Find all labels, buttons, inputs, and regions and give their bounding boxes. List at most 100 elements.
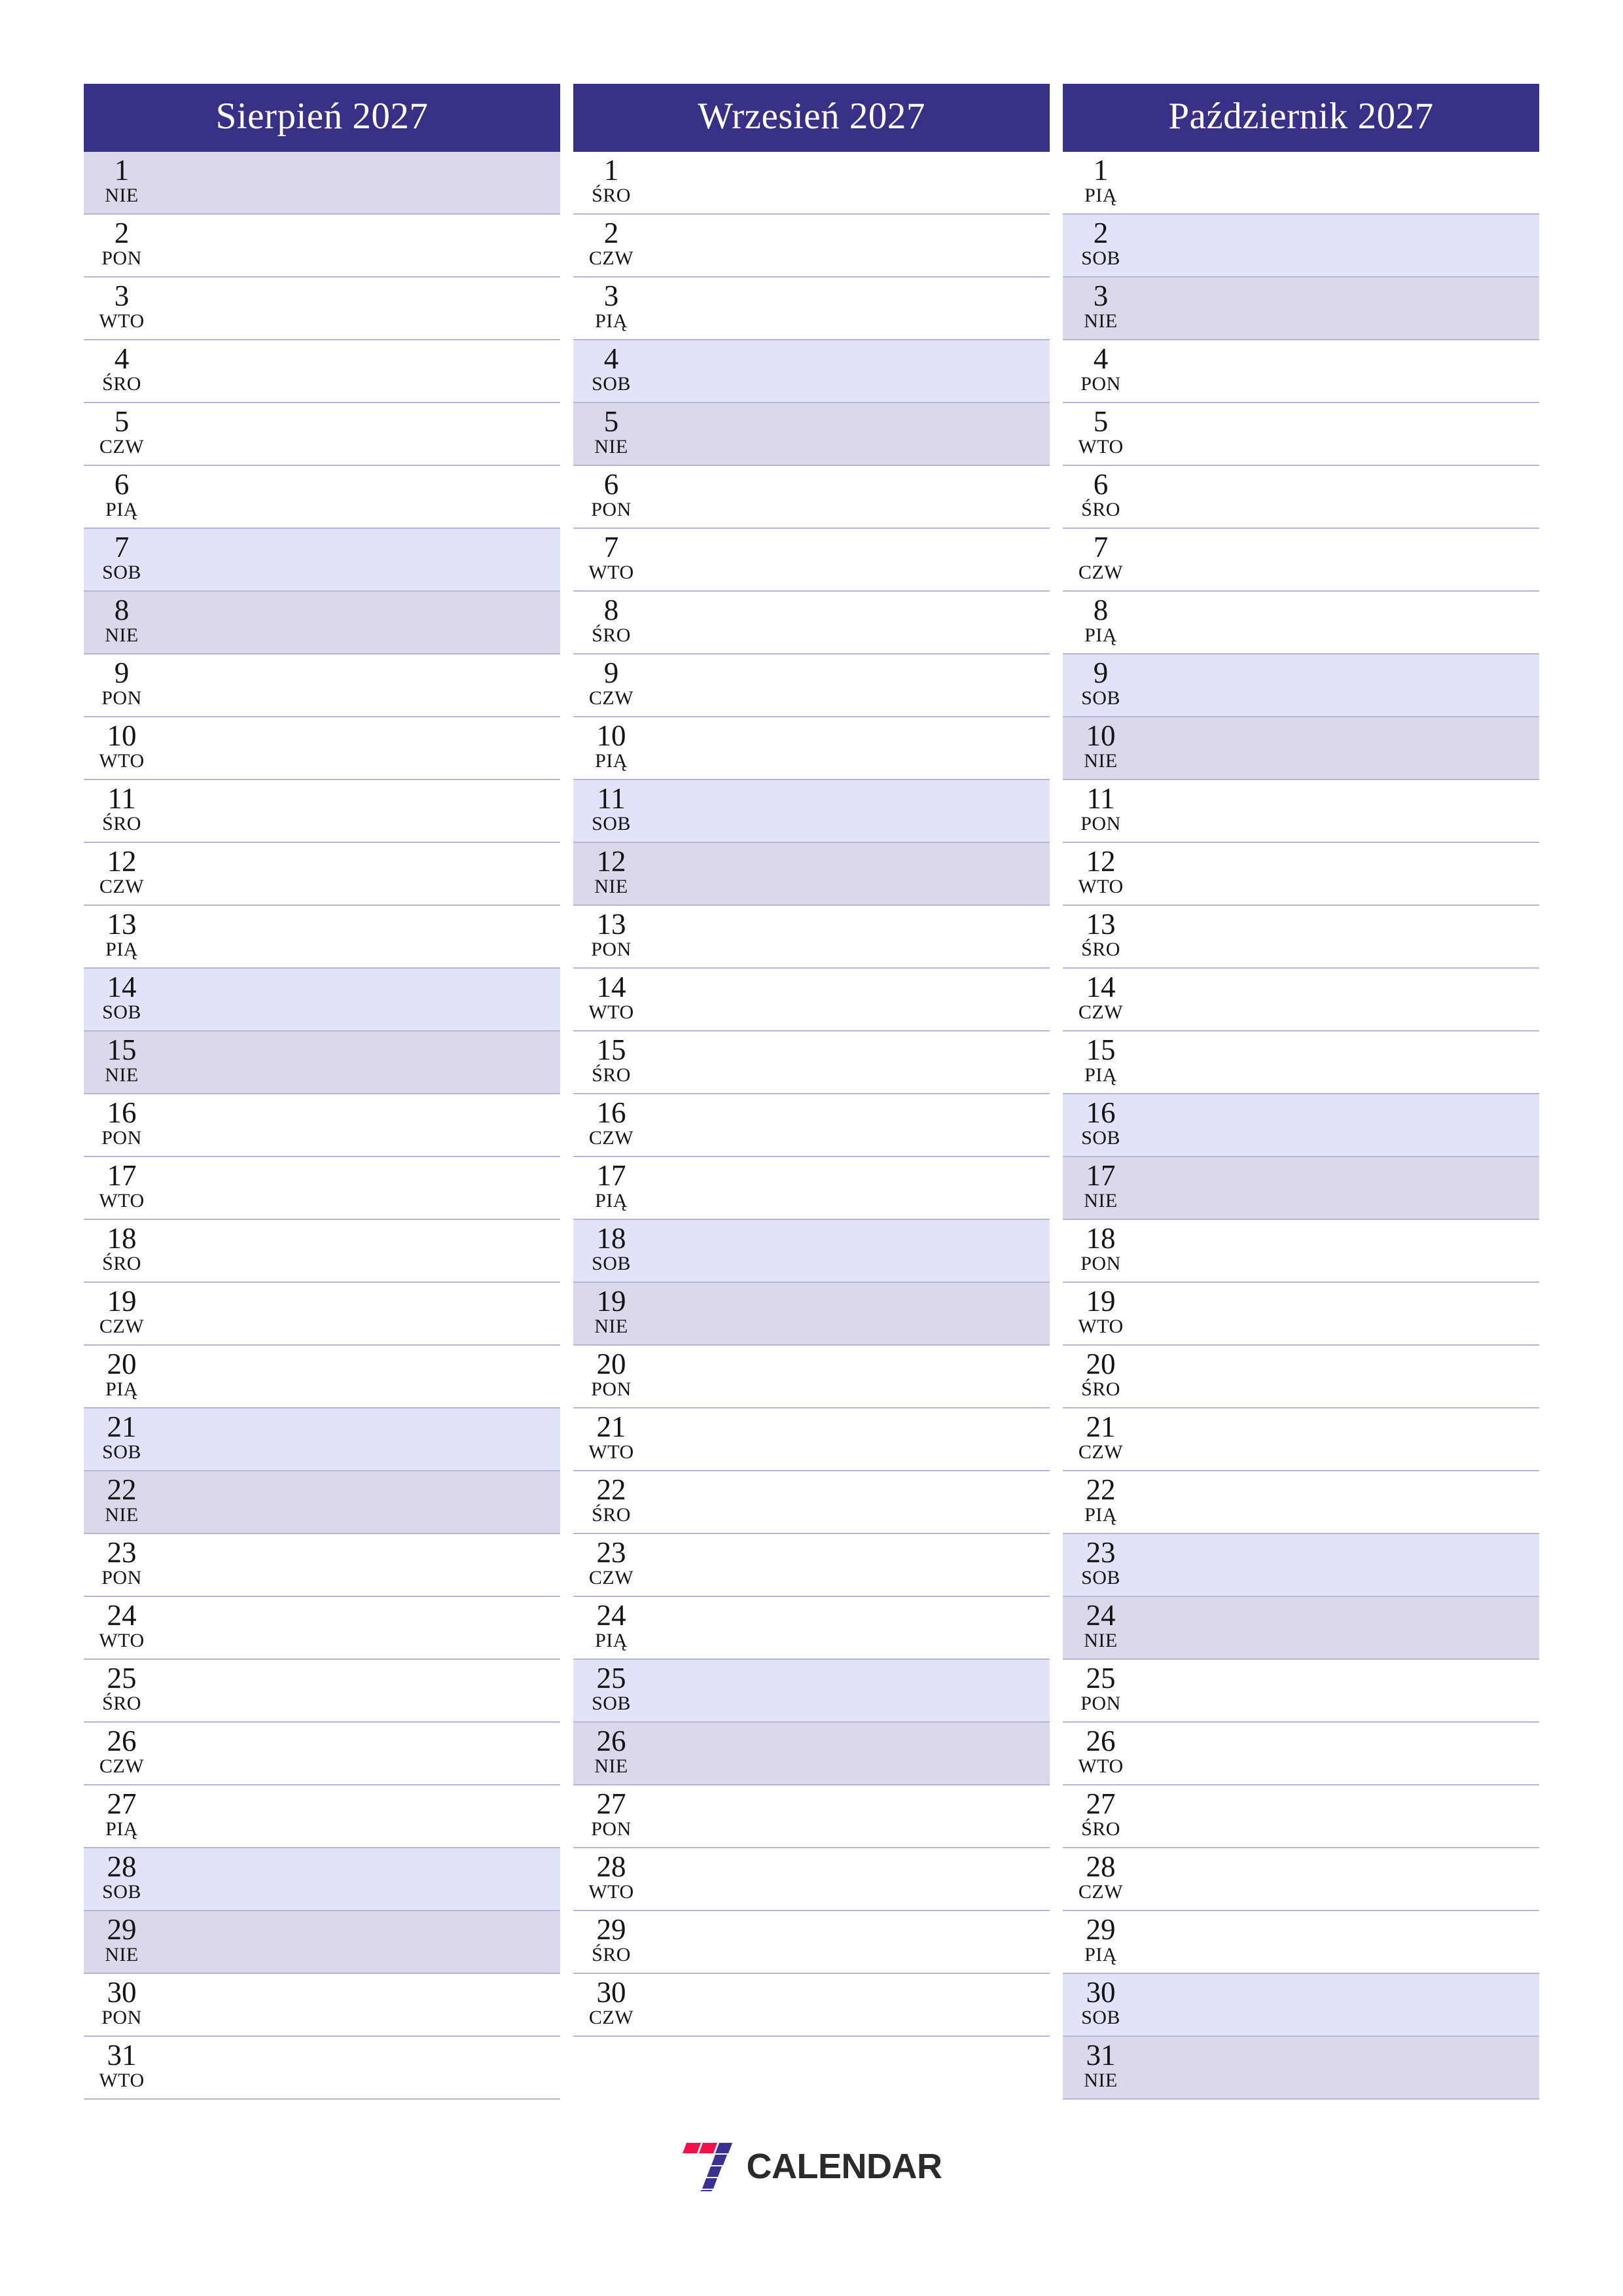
day-row[interactable]: 4 SOB (573, 340, 1050, 403)
day-row[interactable]: 30 SOB (1063, 1974, 1539, 2037)
day-row[interactable]: 7 WTO (573, 529, 1050, 592)
day-number: 14 (596, 971, 626, 1003)
day-row[interactable]: 26 CZW (84, 1723, 560, 1785)
day-row[interactable]: 6 PON (573, 466, 1050, 529)
day-row[interactable]: 11 PON (1063, 780, 1539, 843)
day-row[interactable]: 10 WTO (84, 717, 560, 780)
day-row[interactable]: 30 CZW (573, 1974, 1050, 2037)
day-row[interactable]: 17 NIE (1063, 1157, 1539, 1220)
day-row[interactable]: 27 ŚRO (1063, 1785, 1539, 1848)
day-row[interactable]: 3 WTO (84, 278, 560, 340)
day-row[interactable]: 4 ŚRO (84, 340, 560, 403)
day-row[interactable]: 12 CZW (84, 843, 560, 906)
day-row[interactable]: 6 PIĄ (84, 466, 560, 529)
day-row[interactable]: 2 SOB (1063, 215, 1539, 278)
day-row[interactable]: 1 ŚRO (573, 152, 1050, 215)
day-row[interactable]: 10 PIĄ (573, 717, 1050, 780)
day-row[interactable]: 22 NIE (84, 1471, 560, 1534)
day-row[interactable]: 31 WTO (84, 2037, 560, 2100)
day-row[interactable]: 13 PIĄ (84, 906, 560, 969)
day-row[interactable]: 25 ŚRO (84, 1660, 560, 1723)
day-number: 16 (107, 1096, 137, 1129)
day-row[interactable]: 23 SOB (1063, 1534, 1539, 1597)
day-row[interactable]: 6 ŚRO (1063, 466, 1539, 529)
day-row[interactable]: 9 PON (84, 655, 560, 717)
day-row[interactable]: 19 NIE (573, 1283, 1050, 1346)
day-row[interactable]: 15 NIE (84, 1031, 560, 1094)
day-row[interactable]: 13 PON (573, 906, 1050, 969)
day-row[interactable]: 27 PIĄ (84, 1785, 560, 1848)
day-row[interactable]: 8 ŚRO (573, 592, 1050, 655)
day-row[interactable]: 22 ŚRO (573, 1471, 1050, 1534)
day-row[interactable]: 13 ŚRO (1063, 906, 1539, 969)
day-row[interactable]: 21 SOB (84, 1408, 560, 1471)
day-row[interactable]: 5 NIE (573, 403, 1050, 466)
day-row[interactable]: 11 SOB (573, 780, 1050, 843)
day-row[interactable]: 3 NIE (1063, 278, 1539, 340)
day-row[interactable]: 23 CZW (573, 1534, 1050, 1597)
day-row[interactable]: 25 PON (1063, 1660, 1539, 1723)
day-row[interactable]: 24 PIĄ (573, 1597, 1050, 1660)
day-row[interactable]: 18 ŚRO (84, 1220, 560, 1283)
day-row[interactable]: 4 PON (1063, 340, 1539, 403)
day-row[interactable]: 29 NIE (84, 1911, 560, 1974)
day-row[interactable]: 14 WTO (573, 969, 1050, 1031)
day-row[interactable]: 9 SOB (1063, 655, 1539, 717)
day-row[interactable]: 24 WTO (84, 1597, 560, 1660)
day-row[interactable]: 11 ŚRO (84, 780, 560, 843)
day-row[interactable]: 24 NIE (1063, 1597, 1539, 1660)
day-row[interactable]: 2 CZW (573, 215, 1050, 278)
day-row[interactable]: 15 ŚRO (573, 1031, 1050, 1094)
day-row[interactable]: 7 CZW (1063, 529, 1539, 592)
day-row[interactable]: 30 PON (84, 1974, 560, 2037)
day-row[interactable]: 31 NIE (1063, 2037, 1539, 2100)
day-row[interactable]: 16 SOB (1063, 1094, 1539, 1157)
day-row[interactable]: 20 ŚRO (1063, 1346, 1539, 1408)
day-label-group: 7 CZW (1069, 529, 1168, 590)
day-row[interactable]: 15 PIĄ (1063, 1031, 1539, 1094)
day-row[interactable]: 16 CZW (573, 1094, 1050, 1157)
day-row[interactable]: 19 WTO (1063, 1283, 1539, 1346)
day-row[interactable]: 25 SOB (573, 1660, 1050, 1723)
day-row[interactable]: 19 CZW (84, 1283, 560, 1346)
day-row[interactable]: 12 NIE (573, 843, 1050, 906)
day-row[interactable]: 12 WTO (1063, 843, 1539, 906)
day-row[interactable]: 2 PON (84, 215, 560, 278)
day-row[interactable]: 7 SOB (84, 529, 560, 592)
day-row[interactable]: 23 PON (84, 1534, 560, 1597)
day-row[interactable]: 26 NIE (573, 1723, 1050, 1785)
day-row[interactable]: 8 NIE (84, 592, 560, 655)
day-row[interactable]: 14 CZW (1063, 969, 1539, 1031)
day-row[interactable]: 21 WTO (573, 1408, 1050, 1471)
day-row[interactable]: 14 SOB (84, 969, 560, 1031)
day-row[interactable]: 28 WTO (573, 1848, 1050, 1911)
day-row[interactable]: 8 PIĄ (1063, 592, 1539, 655)
day-row[interactable]: 20 PON (573, 1346, 1050, 1408)
day-label-group: 5 NIE (580, 403, 678, 465)
day-row[interactable]: 18 SOB (573, 1220, 1050, 1283)
day-row[interactable]: 5 WTO (1063, 403, 1539, 466)
day-row[interactable]: 3 PIĄ (573, 278, 1050, 340)
day-row[interactable]: 29 PIĄ (1063, 1911, 1539, 1974)
day-row[interactable]: 21 CZW (1063, 1408, 1539, 1471)
day-row[interactable]: 9 CZW (573, 655, 1050, 717)
day-label-group: 10 PIĄ (580, 717, 678, 779)
day-row[interactable]: 17 WTO (84, 1157, 560, 1220)
day-row[interactable]: 28 CZW (1063, 1848, 1539, 1911)
day-number: 29 (596, 1913, 626, 1946)
day-row[interactable]: 16 PON (84, 1094, 560, 1157)
day-weekday-abbr: PON (591, 939, 632, 960)
day-row[interactable]: 1 PIĄ (1063, 152, 1539, 215)
day-row[interactable]: 18 PON (1063, 1220, 1539, 1283)
day-row[interactable]: 17 PIĄ (573, 1157, 1050, 1220)
day-row[interactable]: 28 SOB (84, 1848, 560, 1911)
day-row[interactable]: 10 NIE (1063, 717, 1539, 780)
day-row[interactable]: 29 ŚRO (573, 1911, 1050, 1974)
day-row[interactable]: 1 NIE (84, 152, 560, 215)
day-row[interactable]: 20 PIĄ (84, 1346, 560, 1408)
day-row[interactable]: 5 CZW (84, 403, 560, 466)
day-row[interactable]: 26 WTO (1063, 1723, 1539, 1785)
day-row[interactable]: 22 PIĄ (1063, 1471, 1539, 1534)
day-weekday-abbr: PIĄ (105, 939, 138, 960)
day-row[interactable]: 27 PON (573, 1785, 1050, 1848)
